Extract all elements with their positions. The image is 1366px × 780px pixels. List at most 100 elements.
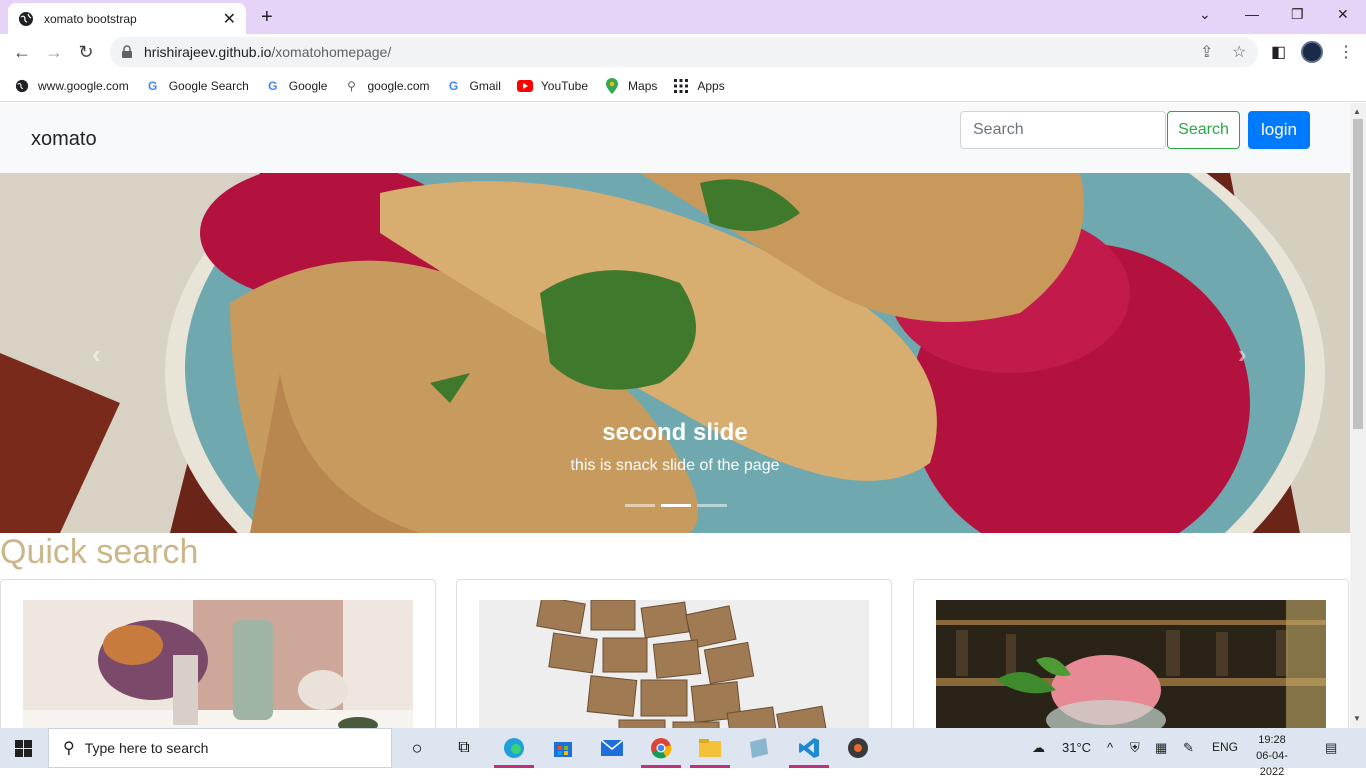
pen-icon[interactable]: ✎ (1183, 740, 1194, 756)
mail-icon[interactable] (600, 736, 624, 760)
maps-pin-icon (604, 77, 620, 94)
google-g-icon: G (268, 78, 278, 93)
carousel-indicator[interactable] (625, 504, 655, 507)
bookmark-item[interactable]: ⚲ google.com (343, 78, 429, 94)
window-close-icon[interactable]: ✕ (1337, 6, 1349, 23)
chrome-icon[interactable] (649, 736, 673, 760)
bookmark-item[interactable]: Maps (604, 77, 657, 94)
youtube-icon (516, 78, 533, 94)
windows-start-icon[interactable] (15, 740, 32, 757)
quick-search-card[interactable] (456, 579, 892, 728)
minimize-icon[interactable]: — (1245, 6, 1259, 22)
carousel-caption-text: this is snack slide of the page (570, 457, 780, 474)
restore-icon[interactable]: ❐ (1291, 6, 1304, 23)
bookmarks-bar: www.google.com G Google Search G Google … (0, 70, 1366, 102)
globe-icon (19, 11, 33, 26)
search-button[interactable]: Search (1167, 111, 1240, 149)
close-tab-icon[interactable]: ✕ (223, 9, 236, 29)
network-icon[interactable]: ▦ (1155, 740, 1167, 756)
tab-search-icon[interactable]: ⌄ (1199, 6, 1211, 23)
bookmark-label: Google Search (168, 78, 249, 93)
bookmark-item[interactable]: G Gmail (446, 78, 501, 94)
media-player-icon[interactable] (846, 736, 870, 760)
scrabble-tiles-photo (479, 600, 869, 728)
globe-icon (14, 78, 30, 94)
cocktail-bar-photo (936, 600, 1326, 728)
quick-search-title: Quick search (0, 533, 199, 571)
bookmark-label: www.google.com (38, 78, 129, 93)
show-hidden-icons-icon[interactable]: ^ (1107, 740, 1113, 755)
search-icon: ⚲ (347, 78, 356, 93)
clock-date: 06-04-2022 (1256, 750, 1288, 778)
language-indicator[interactable]: ENG (1212, 740, 1238, 754)
cortana-icon[interactable]: ○ (405, 736, 429, 760)
scroll-thumb[interactable] (1353, 119, 1363, 429)
taskbar-search-placeholder: Type here to search (84, 740, 209, 756)
google-g-icon: G (448, 78, 459, 93)
url-host: hrishirajeev.github.io (144, 44, 272, 60)
bookmark-item[interactable]: G Google (265, 78, 328, 94)
clock-time: 19:28 (1258, 734, 1286, 746)
weather-icon[interactable]: ☁ (1032, 740, 1045, 756)
profile-avatar[interactable] (1301, 41, 1323, 63)
share-icon[interactable]: ⇪ (1200, 42, 1213, 62)
lock-icon (122, 45, 132, 58)
more-menu-icon[interactable]: ⋮ (1338, 42, 1354, 62)
back-icon[interactable]: ← (12, 42, 32, 62)
site-brand[interactable]: xomato (31, 128, 97, 151)
carousel-indicator[interactable] (697, 504, 727, 507)
browser-toolbar: ← → ↻ hrishirajeev.github.io/xomatohomep… (0, 34, 1366, 70)
quick-search-card[interactable] (913, 579, 1349, 728)
google-g-icon: G (148, 78, 158, 93)
bookmark-label: YouTube (540, 78, 589, 93)
vscode-icon[interactable] (797, 736, 821, 760)
address-bar[interactable]: hrishirajeev.github.io/xomatohomepage/ (110, 37, 1258, 67)
carousel-indicators (622, 504, 730, 507)
quick-search-card[interactable] (0, 579, 436, 728)
bookmark-label: Gmail (469, 78, 501, 93)
hero-carousel: ‹ › second slide this is snack slide of … (0, 173, 1350, 533)
file-explorer-icon[interactable] (698, 736, 722, 760)
taskbar-search-box[interactable]: ⚲ Type here to search (48, 728, 392, 768)
apps-grid-icon (673, 78, 689, 94)
carousel-next-icon[interactable]: › (1238, 339, 1247, 370)
bookmark-item[interactable]: www.google.com (14, 78, 129, 94)
sandwich-plate-photo (0, 173, 1350, 533)
bookmark-item[interactable]: YouTube (516, 78, 589, 94)
carousel-indicator-active[interactable] (661, 504, 691, 507)
reload-icon[interactable]: ↻ (76, 42, 96, 62)
new-tab-icon[interactable]: + (261, 6, 273, 29)
forward-icon[interactable]: → (44, 42, 64, 62)
search-input[interactable] (960, 111, 1166, 149)
site-navbar: xomato Search login (0, 103, 1350, 173)
carousel-prev-icon[interactable]: ‹ (92, 339, 101, 370)
security-icon[interactable]: ⛨ (1130, 740, 1140, 756)
weather-temp[interactable]: 31°C (1062, 740, 1091, 755)
bookmark-item[interactable]: G Google Search (145, 78, 249, 94)
web-page: xomato Search login ‹ › second slide thi… (0, 103, 1350, 728)
store-icon[interactable] (551, 736, 575, 760)
windows-taskbar: ⚲ Type here to search ○ ⧉ ☁ 31°C ^ ⛨ ▦ ✎… (0, 728, 1366, 778)
login-button[interactable]: login (1248, 111, 1310, 149)
notes-app-icon[interactable] (747, 736, 771, 760)
tab-title: xomato bootstrap (44, 11, 137, 26)
taskbar-clock[interactable]: 19:28 06-04-2022 (1247, 732, 1297, 780)
bookmark-label: Google (288, 78, 328, 93)
browser-titlebar: xomato bootstrap ✕ + ⌄ — ❐ ✕ (0, 0, 1366, 34)
url-path: /xomatohomepage/ (271, 44, 392, 60)
edge-icon[interactable] (502, 736, 526, 760)
notifications-icon[interactable]: ▤ (1325, 740, 1337, 756)
scroll-down-icon[interactable]: ▼ (1353, 714, 1361, 723)
bookmark-star-icon[interactable]: ☆ (1232, 42, 1246, 62)
bookmark-label: google.com (367, 78, 430, 93)
bookmark-label: Apps (697, 78, 725, 93)
page-scrollbar[interactable]: ▲ ▼ (1350, 103, 1366, 728)
search-icon: ⚲ (63, 740, 75, 757)
bookmark-item[interactable]: Apps (673, 78, 725, 94)
table-flowers-photo (23, 600, 413, 728)
task-view-icon[interactable]: ⧉ (452, 736, 476, 760)
scroll-up-icon[interactable]: ▲ (1353, 107, 1361, 116)
side-panel-icon[interactable]: ◧ (1271, 42, 1286, 62)
carousel-caption-title: second slide (602, 419, 748, 446)
browser-tab[interactable]: xomato bootstrap ✕ (8, 3, 246, 34)
